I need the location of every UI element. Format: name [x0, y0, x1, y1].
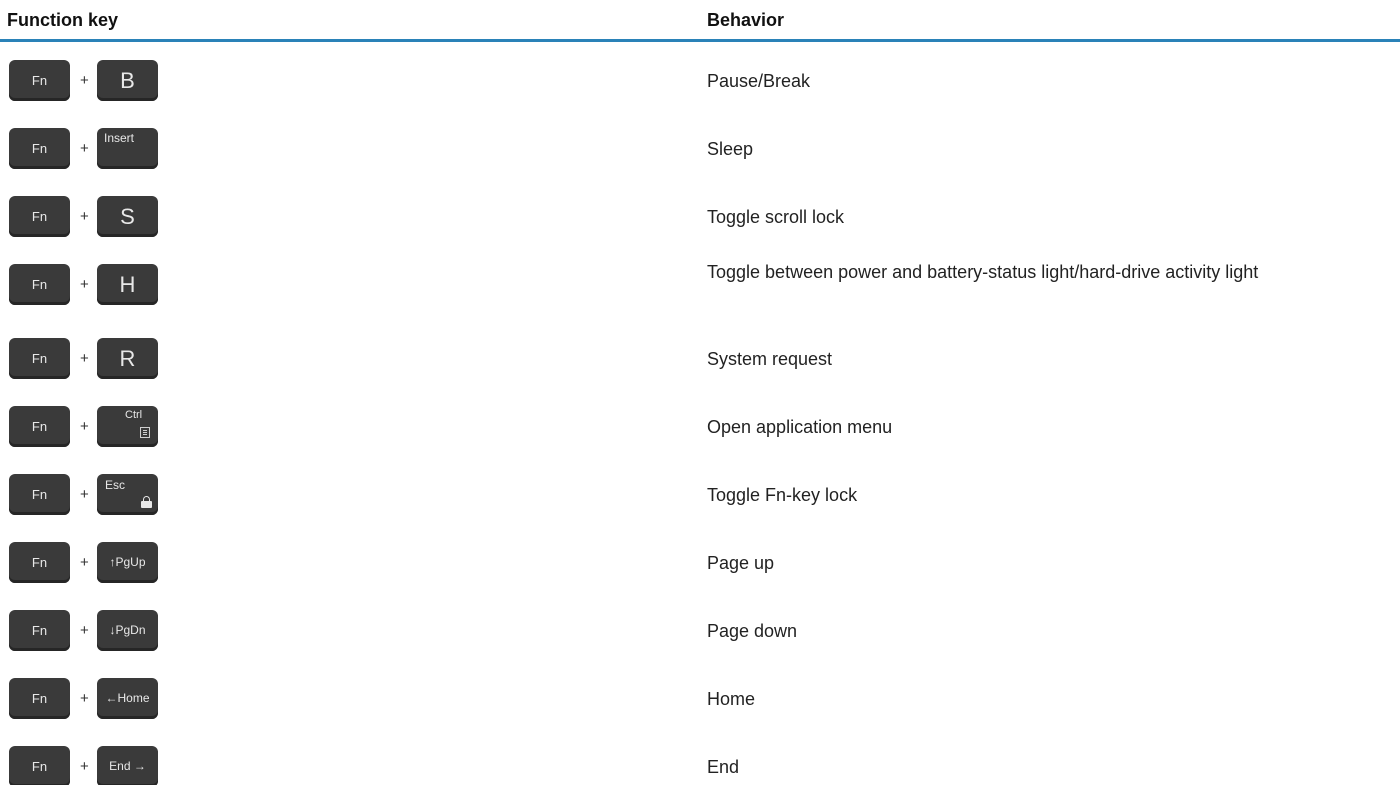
table-row: Fn + R System request [0, 324, 1400, 392]
table-row: Fn + ↓PgDn Page down [0, 596, 1400, 664]
table-row: Fn + End → End [0, 732, 1400, 785]
fn-key: Fn [9, 338, 70, 379]
insert-key-label: Insert [104, 131, 135, 145]
insert-key: Insert [97, 128, 158, 169]
plus-sign: + [80, 554, 89, 571]
esc-key-label: Esc [105, 478, 126, 492]
home-key: ←Home [97, 678, 158, 719]
table-row: Fn + ↑PgUp Page up [0, 528, 1400, 596]
table-row: Fn + Esc Toggle Fn-key lock [0, 460, 1400, 528]
lock-icon [141, 496, 152, 508]
behavior-text: Sleep [707, 139, 754, 159]
table-row: Fn + Ctrl Open application menu [0, 392, 1400, 460]
fn-key: Fn [9, 474, 70, 515]
behavior-text: Toggle scroll lock [707, 207, 845, 227]
plus-sign: + [80, 276, 89, 293]
behavior-text: Toggle Fn-key lock [707, 485, 858, 505]
plus-sign: + [80, 758, 89, 775]
behavior-text: Toggle between power and battery-status … [707, 262, 1259, 282]
plus-sign: + [80, 418, 89, 435]
column-header-function-key: Function key [7, 10, 119, 30]
behavior-text: End [707, 757, 740, 777]
page-up-key: ↑PgUp [97, 542, 158, 583]
end-key: End → [97, 746, 158, 785]
ctrl-key: Ctrl [97, 406, 158, 447]
table-row: Fn + Insert Sleep [0, 114, 1400, 182]
esc-key: Esc [97, 474, 158, 515]
table-row: Fn + B Pause/Break [0, 46, 1400, 114]
table-row: Fn + ←Home Home [0, 664, 1400, 732]
plus-sign: + [80, 350, 89, 367]
behavior-text: Open application menu [707, 417, 893, 437]
fn-key: Fn [9, 128, 70, 169]
ctrl-key-label: Ctrl [125, 409, 143, 421]
table-row: Fn + S Toggle scroll lock [0, 182, 1400, 250]
menu-icon [140, 427, 150, 438]
r-key: R [97, 338, 158, 379]
behavior-text: System request [707, 349, 833, 369]
fn-key: Fn [9, 542, 70, 583]
behavior-text: Home [707, 689, 756, 709]
table-row: Fn + H Toggle between power and battery-… [0, 250, 1400, 324]
s-key: S [97, 196, 158, 237]
b-key: B [97, 60, 158, 101]
page-down-key: ↓PgDn [97, 610, 158, 651]
fn-key: Fn [9, 264, 70, 305]
plus-sign: + [80, 690, 89, 707]
plus-sign: + [80, 140, 89, 157]
h-key: H [97, 264, 158, 305]
column-header-behavior: Behavior [707, 10, 785, 30]
plus-sign: + [80, 486, 89, 503]
table-header: Function key Behavior [0, 0, 1400, 42]
fn-key: Fn [9, 678, 70, 719]
fn-key: Fn [9, 746, 70, 785]
plus-sign: + [80, 208, 89, 225]
behavior-text: Pause/Break [707, 71, 811, 91]
fn-key: Fn [9, 60, 70, 101]
behavior-text: Page up [707, 553, 775, 573]
fn-key: Fn [9, 610, 70, 651]
function-key-table: Function key Behavior Fn + B Pause/Break… [0, 0, 1400, 785]
plus-sign: + [80, 72, 89, 89]
fn-key: Fn [9, 196, 70, 237]
behavior-text: Page down [707, 621, 798, 641]
plus-sign: + [80, 622, 89, 639]
fn-key: Fn [9, 406, 70, 447]
table-body: Fn + B Pause/Break Fn + Insert Sleep Fn … [0, 46, 1400, 785]
